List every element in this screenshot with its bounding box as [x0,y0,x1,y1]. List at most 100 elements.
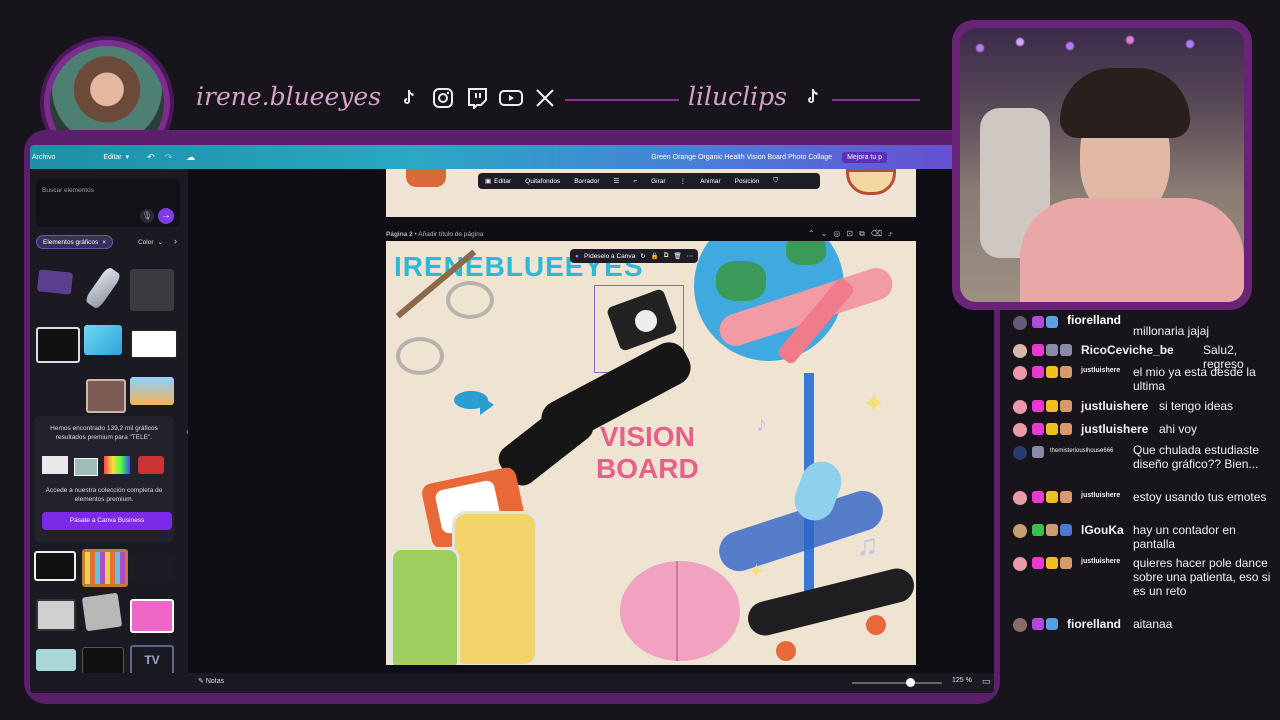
chat-message: themisteriouslhouse666 Que chulada estud… [1005,442,1280,488]
chat-message: fiorelland millonaria jajaj [1005,312,1280,338]
filter-chip-graphics[interactable]: Elementos gráficos × [36,235,114,249]
bottom-bar: ✎ Notas 125 % ▭ [30,673,994,693]
chat-message: justluishere si tengo ideas [1005,398,1280,416]
image-icon[interactable]: ▣ [485,177,491,185]
grid-icon[interactable]: ⋮ [680,177,687,185]
undo-icon[interactable]: ↶ [147,152,155,163]
element-toolbar: ▣ Editar Quitafondos Borrador ☰ ⌐ Girar … [478,173,820,189]
tv-thumbnail[interactable] [130,377,174,405]
chat-message: justluishere ahi voy [1005,421,1280,439]
tv-thumbnail[interactable] [42,456,68,474]
graphic-thumbnail[interactable] [36,269,74,295]
remote-thumbnail[interactable] [83,265,123,311]
tv-thumbnail[interactable] [130,599,174,633]
crop-icon[interactable]: ⌐ [633,178,637,185]
tv-thumbnail[interactable] [82,647,124,675]
graphic-thumbnail[interactable] [81,592,123,632]
more-icon[interactable]: ⋯ [687,252,694,260]
premium-text: Hemos encontrado 139,2 mil gráficos resu… [50,425,158,441]
canva-topbar: Archivo Editar ▾ ↶ ↷ ☁ Green Orange Orga… [30,145,994,169]
avatar [1013,446,1027,460]
menu-file[interactable]: Archivo [32,154,55,161]
elements-panel: Buscar elementos 🎙 → Elementos gráficos ×… [30,169,188,693]
tv-thumbnail[interactable] [86,379,126,413]
page-2-label: Página 2 • Añadir título de página [386,231,484,238]
microphone-icon[interactable]: 🎙 [140,209,154,223]
chevron-down-icon[interactable]: ▾ [126,153,130,161]
chat-message: lGouKa hay un contador en pantalla [1005,522,1280,554]
tv-thumbnail[interactable] [104,456,130,474]
canvas-area: ▣ Editar Quitafondos Borrador ☰ ⌐ Girar … [188,169,994,693]
zoom-level[interactable]: 125 % [952,677,972,684]
music-note-icon: ♪ [756,411,767,436]
x-icon [532,85,558,111]
tv-thumbnail[interactable] [84,325,122,355]
chat-message: RicoCeviche_be Salu2, regreso [1005,342,1280,371]
tv-thumbnail[interactable] [36,649,76,671]
tv-thumbnail[interactable] [36,327,80,363]
redo-icon[interactable]: ↷ [165,152,173,163]
avatar [1013,423,1027,437]
toolbar-eraser[interactable]: Borrador [574,178,599,185]
vision-board-text[interactable]: VISION BOARD [596,421,699,485]
social-icons [396,85,558,111]
close-icon[interactable]: × [102,239,106,246]
ask-canva-button[interactable]: Pídeselo a Canva [584,253,635,260]
canva-ai-icon[interactable]: ● [575,253,579,260]
chat-message: justluishere estoy usando tus emotes [1005,489,1280,521]
tv-thumbnail[interactable] [130,555,172,581]
upgrade-button[interactable]: Mejora tu p [842,151,888,163]
cloud-icon: ☁ [186,151,196,162]
tv-thumbnail[interactable] [36,599,76,631]
youtube-icon [498,85,524,111]
instagram-icon [430,85,456,111]
toolbar-remove-bg[interactable]: Quitafondos [525,178,560,185]
tv-thumbnail[interactable] [138,456,164,474]
lock-icon[interactable]: 🔒 [651,252,659,260]
zoom-slider-handle[interactable] [906,678,915,687]
clip-handle: liluclips [688,82,787,111]
premium-notice: Hemos encontrado 139,2 mil gráficos resu… [34,416,174,542]
design-title[interactable]: Green Orange Organic Health Vision Board… [651,154,832,161]
page-view-icon[interactable]: ▭ [982,676,991,687]
menu-icon[interactable]: ☰ [614,177,620,185]
chevron-right-icon[interactable]: › [174,236,177,246]
tv-thumbnail[interactable] [82,549,128,587]
refresh-icon[interactable]: ↻ [640,252,645,260]
upgrade-business-button[interactable]: Pásate a Canva Business [42,512,172,530]
avatar [1013,557,1027,571]
paint-icon[interactable]: ⛉ [773,177,778,185]
duplicate-icon[interactable]: ⧉ [664,252,669,260]
notes-button[interactable]: ✎ Notas [198,677,224,685]
vision-board-page[interactable]: IRENEBLUEEYES VISION BOARD ✦ ✦ ♪ ♫ [386,241,916,665]
trash-icon[interactable]: 🗑 [673,252,681,260]
tv-thumbnail[interactable] [34,551,76,581]
page-actions[interactable]: ⌃⌄◎⊡⧉⌫⤴ [808,229,899,239]
menu-edit[interactable]: Editar [103,154,121,161]
avatar [1013,618,1027,632]
chat-message: fiorelland aitanaa [1005,616,1280,634]
zoom-slider[interactable] [852,682,942,684]
tv-thumbnail[interactable] [74,458,98,476]
graphic-thumbnail[interactable] [130,269,174,311]
streamer-handle: irene.blueeyes [196,82,382,111]
canva-window: Archivo Editar ▾ ↶ ↷ ☁ Green Orange Orga… [30,145,994,693]
webcam-feed [960,28,1244,302]
chevron-down-icon: ⌄ [157,239,163,246]
filter-color[interactable]: Color ⌄ [132,235,169,249]
page-title-hint[interactable]: Añadir título de página [418,231,483,238]
search-input[interactable]: Buscar elementos [42,187,94,194]
search-box[interactable]: Buscar elementos 🎙 → [36,179,180,227]
star-icon: ✦ [862,388,886,419]
avatar [1013,344,1027,358]
tv-thumbnail[interactable] [130,329,178,359]
toolbar-position[interactable]: Posición [735,178,760,185]
tiktok-icon [396,85,422,111]
toolbar-rotate[interactable]: Girar [651,178,665,185]
music-note-icon: ♫ [856,529,879,562]
toolbar-edit[interactable]: Editar [494,178,511,185]
toolbar-animate[interactable]: Animar [700,178,721,185]
divider-line [832,99,920,101]
search-submit-icon[interactable]: → [158,208,174,224]
twitch-icon [464,85,490,111]
